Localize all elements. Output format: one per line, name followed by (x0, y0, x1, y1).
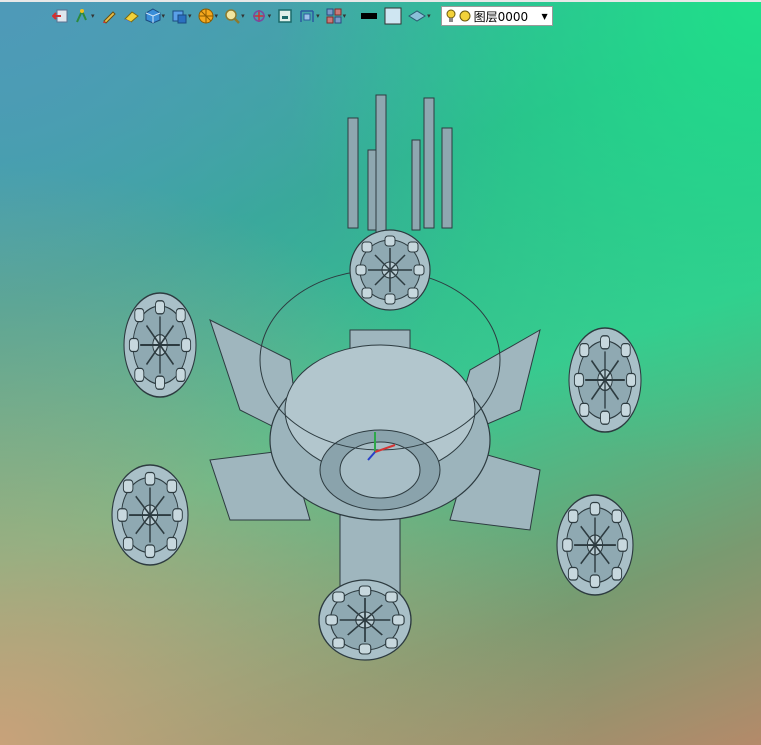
exit-button[interactable] (50, 5, 70, 27)
chevron-down-icon: ▾ (241, 11, 245, 20)
pen-button[interactable] (99, 5, 119, 27)
rotate-button[interactable]: ▾ (249, 5, 274, 27)
cube-icon (145, 8, 161, 24)
frame-button[interactable] (275, 5, 295, 27)
chevron-down-icon: ▾ (427, 11, 431, 20)
view-cube-icon (172, 10, 187, 24)
dimension-icon (300, 10, 314, 22)
eraser-icon (123, 11, 139, 23)
chevron-down-icon: ▾ (316, 11, 320, 20)
zoom-button[interactable]: ▾ (222, 5, 247, 27)
exit-icon (52, 9, 68, 23)
material-icon (408, 10, 427, 22)
view-cube-button[interactable]: ▾ (169, 5, 194, 27)
eraser-button[interactable] (121, 5, 141, 27)
frame-icon (278, 9, 292, 23)
chevron-down-icon: ▾ (214, 11, 219, 20)
grid-button[interactable]: ▾ (324, 5, 349, 27)
snap-icon (76, 8, 87, 23)
render-mode-icon (198, 8, 214, 24)
chevron-down-icon: ▾ (188, 11, 192, 20)
toolbar: ▾ ▾ ▾ ▾ ▾ ▾ ▾ ▾ ▾ 图层0000 ▼ (50, 2, 650, 30)
pen-icon (102, 11, 116, 24)
chevron-down-icon: ▾ (91, 11, 95, 20)
chevron-down-icon: ▾ (267, 11, 272, 20)
chevron-down-icon[interactable]: ▼ (541, 12, 547, 21)
lightbulb-icon (446, 9, 456, 22)
snap-button[interactable]: ▾ (72, 5, 97, 27)
layer-select[interactable]: 图层0000 ▼ (440, 6, 553, 26)
robot-model[interactable] (0, 0, 761, 745)
3d-viewport[interactable]: ▾ ▾ ▾ ▾ ▾ ▾ ▾ ▾ ▾ 图层0000 ▼ (0, 0, 761, 745)
dimension-button[interactable]: ▾ (297, 5, 322, 27)
chevron-down-icon: ▾ (161, 11, 166, 20)
grid-icon (326, 8, 342, 24)
chevron-down-icon: ▾ (342, 11, 347, 20)
cube-button[interactable]: ▾ (143, 5, 168, 27)
render-mode-button[interactable]: ▾ (196, 5, 221, 27)
zoom-icon (225, 9, 240, 24)
material-button[interactable]: ▾ (406, 5, 433, 27)
line-color-swatch-icon (361, 13, 378, 19)
rotate-icon (252, 10, 265, 22)
line-color-button[interactable] (358, 5, 380, 27)
layer-color-icon (459, 10, 471, 22)
fill-color-swatch-icon (384, 7, 402, 25)
layer-name: 图层0000 (473, 9, 529, 24)
fill-color-button[interactable] (382, 5, 404, 27)
